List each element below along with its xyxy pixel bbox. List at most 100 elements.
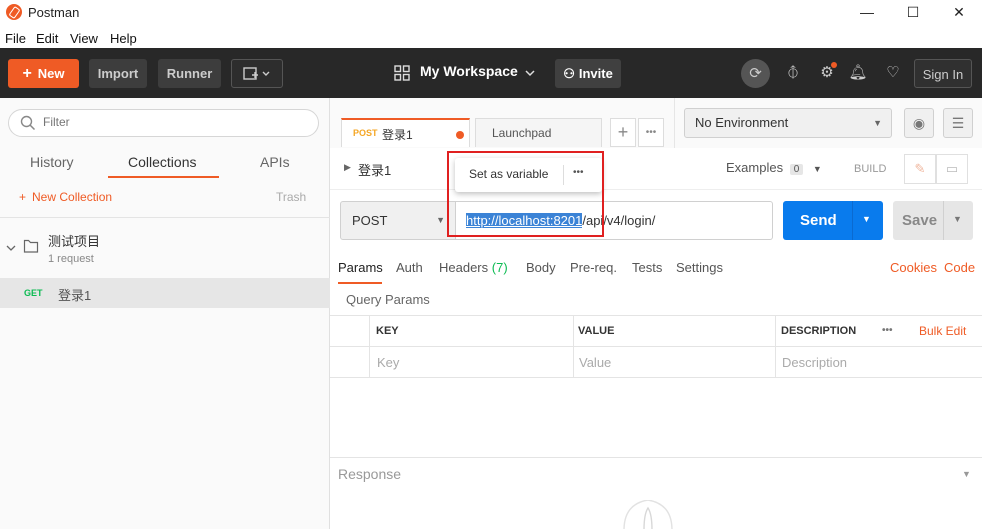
tab-history[interactable]: History [30, 154, 74, 170]
menu-edit[interactable]: Edit [36, 31, 58, 46]
trash-link[interactable]: Trash [276, 190, 306, 204]
minimize-button[interactable]: — [844, 0, 890, 26]
bulk-edit-link[interactable]: Bulk Edit [919, 324, 966, 338]
examples-label: Examples [726, 160, 784, 175]
collection-item[interactable]: 测试项目 1 request [0, 218, 330, 278]
satellite-icon[interactable]: ⦽ [781, 61, 805, 85]
collection-count: 1 request [48, 253, 94, 265]
active-tab-indicator [108, 176, 219, 178]
filter-box[interactable] [8, 109, 319, 137]
unsaved-dot-icon [456, 131, 464, 139]
send-label: Send [800, 212, 837, 229]
comments-button[interactable]: ▭ [936, 154, 968, 184]
postman-logo-icon [6, 4, 22, 20]
invite-label: Invite [578, 66, 613, 81]
new-collection-button[interactable]: + New Collection [19, 190, 112, 204]
caret-down-icon[interactable]: ▼ [962, 469, 971, 479]
method-select[interactable]: POST ▼ [340, 201, 456, 240]
subtab-body[interactable]: Body [526, 260, 556, 275]
subtab-headers[interactable]: Headers (7) [439, 260, 508, 275]
comment-icon: ▭ [945, 161, 959, 176]
caret-down-icon: ▼ [436, 215, 445, 225]
search-icon [20, 115, 36, 131]
table-border-top [330, 315, 982, 316]
chevron-down-icon [525, 70, 535, 77]
request-name: 登录1 [58, 288, 92, 303]
code-link[interactable]: Code [944, 260, 975, 275]
folder-icon [23, 239, 39, 253]
bell-icon[interactable]: 🔔︎ [846, 61, 870, 85]
table-col-divider [573, 315, 574, 377]
menu-help[interactable]: Help [110, 31, 137, 46]
postman-window: Postman — ☐ ✕ File Edit View Help + New I… [0, 0, 982, 529]
runner-button[interactable]: Runner [158, 59, 221, 88]
save-divider [943, 201, 944, 240]
caret-right-icon[interactable]: ▶ [344, 162, 351, 173]
caret-down-icon: ▼ [812, 164, 822, 174]
key-input[interactable]: Key [377, 355, 399, 370]
request-subtabs: Params Auth Headers (7) Body Pre-req. Te… [330, 252, 982, 284]
annotation-highlight-box [447, 151, 604, 237]
method-value: POST [352, 213, 388, 228]
gear-icon[interactable]: ⚙ [815, 61, 839, 85]
caret-down-icon[interactable]: ▼ [953, 214, 962, 224]
query-params-title: Query Params [346, 292, 430, 307]
breadcrumb: 登录1 [358, 163, 392, 178]
send-button[interactable]: Send ▼ [783, 201, 883, 240]
grid-icon [394, 65, 410, 81]
send-divider [852, 201, 853, 240]
tab-launchpad-label: Launchpad [492, 126, 552, 140]
subtab-pre-request[interactable]: Pre-req. [570, 260, 617, 275]
menu-file[interactable]: File [5, 31, 26, 46]
close-button[interactable]: ✕ [936, 0, 982, 26]
plus-icon: + [22, 65, 32, 82]
response-panel: Response ▼ [330, 457, 982, 529]
tab-launchpad[interactable]: Launchpad [475, 118, 602, 147]
new-button-label: New [37, 66, 65, 81]
environment-select[interactable]: No Environment ▼ [684, 108, 892, 138]
subtab-tests[interactable]: Tests [632, 260, 662, 275]
invite-button[interactable]: ⚇ Invite [555, 59, 621, 88]
tab-collections[interactable]: Collections [128, 154, 196, 170]
user-plus-icon: ⚇ [563, 66, 575, 81]
tab-method-badge: POST [353, 128, 378, 138]
environment-quick-look-button[interactable]: ◉ [904, 108, 934, 138]
subtab-settings[interactable]: Settings [676, 260, 723, 275]
new-button[interactable]: + New [8, 59, 79, 88]
sign-in-button[interactable]: Sign In [914, 59, 972, 88]
subtab-auth[interactable]: Auth [396, 260, 423, 275]
table-options-button[interactable]: ••• [882, 325, 893, 336]
table-col-divider [369, 315, 370, 377]
tab-options-button[interactable]: ••• [638, 118, 664, 147]
save-label: Save [902, 212, 938, 229]
save-button[interactable]: Save ▼ [893, 201, 973, 240]
tab-request-name: 登录1 [382, 128, 413, 142]
request-item[interactable]: GET 登录1 [0, 278, 330, 308]
main-toolbar: + New Import Runner My Workspace ⚇ Invit… [0, 48, 982, 98]
import-button[interactable]: Import [89, 59, 147, 88]
filter-input[interactable] [43, 115, 303, 129]
new-window-button[interactable] [231, 59, 283, 88]
column-header-description: DESCRIPTION [781, 325, 857, 337]
caret-down-icon[interactable]: ▼ [862, 214, 871, 224]
manage-environments-button[interactable]: ☰ [943, 108, 973, 138]
build-label: BUILD [854, 163, 887, 175]
cookies-link[interactable]: Cookies [890, 260, 937, 275]
query-params-table: KEY VALUE DESCRIPTION ••• Bulk Edit Key … [330, 315, 982, 378]
menu-view[interactable]: View [70, 31, 98, 46]
tab-request-login[interactable]: POST 登录1 [341, 118, 470, 147]
value-input[interactable]: Value [579, 355, 611, 370]
add-tab-button[interactable]: + [610, 118, 636, 147]
tab-apis[interactable]: APIs [260, 154, 290, 170]
sync-off-icon[interactable]: ⟳ [741, 59, 770, 88]
heart-icon[interactable]: ♡ [881, 61, 905, 85]
collection-name: 测试项目 [48, 234, 101, 249]
eye-icon: ◉ [912, 115, 926, 131]
maximize-button[interactable]: ☐ [890, 0, 936, 26]
edit-button[interactable]: ✎ [904, 154, 936, 184]
description-input[interactable]: Description [782, 355, 847, 370]
examples-count-badge: 0 [789, 164, 804, 175]
request-tabs: POST 登录1 Launchpad + ••• [330, 98, 674, 148]
subtab-params[interactable]: Params [338, 260, 383, 275]
examples-dropdown[interactable]: Examples 0 ▼ [726, 160, 822, 175]
